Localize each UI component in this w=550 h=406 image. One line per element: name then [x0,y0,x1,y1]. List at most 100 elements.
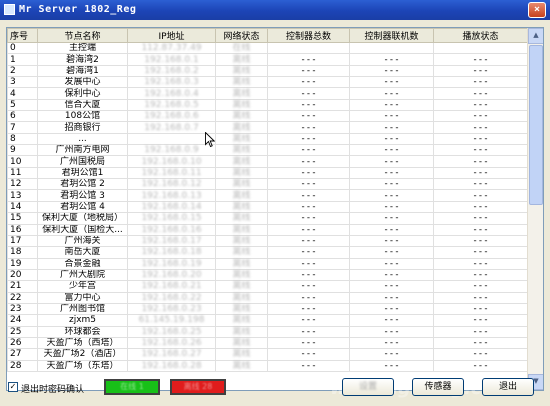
play-status-cell: --- [433,110,528,123]
controller-online-cell: --- [349,325,434,338]
controller-online-cell: --- [349,302,434,316]
table-row[interactable]: 2 碧海湾1 192.168.0.2 离线 --- --- --- [7,64,528,78]
controller-online-cell: --- [349,223,434,236]
row-index-cell: 13 [7,189,38,202]
table-row[interactable]: 26 天盈广场（西塔） 192.168.0.26 离线 --- --- --- [7,336,528,350]
network-status-cell: 离线 [215,189,268,202]
table-row[interactable]: 0 主控端 112.87.37.49 在线 [7,41,528,55]
scroll-up-icon[interactable]: ▲ [528,28,543,44]
network-status-cell: 离线 [215,314,268,327]
node-name-cell: 广州海关 [37,234,128,248]
table-row[interactable]: 23 广州图书馆 192.168.0.23 离线 --- --- --- [7,302,528,316]
table-row[interactable]: 6 108公馆 192.168.0.6 离线 --- --- --- [7,110,528,123]
table-row[interactable]: 8... 离线 --- --- --- [7,132,528,146]
column-header[interactable]: 控制器联机数 [349,28,434,43]
controller-total-cell: --- [267,53,350,66]
node-name-cell: 保利中心 [37,87,128,100]
table-row[interactable]: 18 南岳大厦 192.168.0.18 离线 --- --- --- [7,246,528,259]
ip-address-cell: 192.168.0.19 [127,257,216,270]
controller-online-cell: --- [349,64,434,78]
table-row[interactable]: 9 广州南方电网 192.168.0.9 离线 --- --- --- [7,144,528,157]
table-row[interactable]: 10 广州国税局 192.168.0.10 离线 --- --- --- [7,155,528,168]
network-status-cell: 离线 [215,302,268,316]
ip-address-cell: 192.168.0.15 [127,212,216,225]
network-status-cell: 离线 [215,132,268,146]
play-status-cell: --- [433,132,528,146]
row-index-cell: 22 [7,291,38,304]
column-header[interactable]: 控制器总数 [267,28,350,43]
table-row[interactable]: 20 广州大剧院 192.168.0.20 离线 --- --- --- [7,268,528,282]
table-row[interactable]: 27 天盈广场2（酒店） 192.168.0.27 离线 --- --- --- [7,348,528,361]
node-name-cell: 保利大厦（国检大... [37,223,128,236]
network-status-cell: 离线 [215,144,268,157]
title-bar[interactable]: Mr Server 1802_Reg × [0,0,550,20]
ip-address-cell: 192.168.0.10 [127,155,216,168]
mouse-pointer-icon [205,132,215,148]
ip-address-cell: 192.168.0.23 [127,302,216,316]
node-name-cell: 信合大厦 [37,98,128,112]
password-confirm-checkbox[interactable]: ✓ [8,382,18,392]
row-index-cell: 21 [7,280,38,293]
table-row[interactable]: 4 保利中心 192.168.0.4 离线 --- --- --- [7,87,528,100]
exit-button[interactable]: 退出 [482,378,534,396]
play-status-cell: --- [433,302,528,316]
sensor-button-label: 传感器 [424,382,452,392]
node-list-grid[interactable]: 序号 节点名称 IP地址 网络状态 控制器总数 控制器联机数 播放状态 0 主控端 112.87… [6,27,544,391]
close-button[interactable]: × [528,2,546,18]
table-row[interactable]: 22 富力中心 192.168.0.22 离线 --- --- --- [7,291,528,304]
table-row[interactable]: 19 合景金融 192.168.0.19 离线 --- --- --- [7,257,528,270]
table-row[interactable]: 16 保利大厦（国检大... 192.168.0.16 离线 --- --- --- [7,223,528,236]
table-row[interactable]: 21 少年宫 192.168.0.21 离线 --- --- --- [7,280,528,293]
column-header[interactable]: 节点名称 [37,28,128,43]
node-name-cell: 天盈广场（东塔） [37,359,128,372]
table-row[interactable]: 11 君玥公馆1 192.168.0.11 离线 --- --- --- [7,166,528,180]
controller-total-cell: --- [267,336,350,350]
row-index-cell: 5 [7,98,38,112]
ip-address-cell: 192.168.0.13 [127,189,216,202]
controller-total-cell: --- [267,257,350,270]
table-row[interactable]: 5 信合大厦 192.168.0.5 离线 --- --- --- [7,98,528,112]
table-row[interactable]: 7 招商银行 192.168.0.7 离线 --- --- --- [7,121,528,134]
row-index-cell: 14 [7,200,38,214]
controller-online-cell: --- [349,359,434,372]
table-row[interactable]: 24 zjxm5 61.145.19.198 离线 --- --- --- [7,314,528,327]
controller-online-cell: --- [349,87,434,100]
ip-address-cell: 192.168.0.2 [127,64,216,78]
network-status-cell: 离线 [215,76,268,89]
bottom-bar: ✓ 退出时密码确认 在线 1 离线 28 www.lighting.cn 设置 … [0,376,550,406]
row-index-cell: 20 [7,268,38,282]
node-name-cell: 广州图书馆 [37,302,128,316]
table-row[interactable]: 17 广州海关 192.168.0.17 离线 --- --- --- [7,234,528,248]
table-row[interactable]: 25 环球都会 192.168.0.25 离线 --- --- --- [7,325,528,338]
settings-button[interactable]: 设置 [342,378,394,396]
node-name-cell: 碧海湾2 [37,53,128,66]
network-status-cell: 离线 [215,234,268,248]
node-name-cell: 广州南方电网 [37,144,128,157]
ip-address-cell: 192.168.0.22 [127,291,216,304]
table-row[interactable]: 3 发展中心 192.168.0.3 离线 --- --- --- [7,76,528,89]
table-row[interactable]: 13 君玥公馆 3 192.168.0.13 离线 --- --- --- [7,189,528,202]
vertical-scrollbar[interactable]: ▲ ▼ [527,28,543,390]
controller-total-cell: --- [267,76,350,89]
column-header[interactable]: 播放状态 [433,28,528,43]
scroll-thumb[interactable] [529,45,543,205]
row-index-cell: 1 [7,53,38,66]
play-status-cell: --- [433,314,528,327]
row-index-cell: 17 [7,234,38,248]
row-index-cell: 24 [7,314,38,327]
ip-address-cell: 192.168.0.14 [127,200,216,214]
controller-online-cell: --- [349,212,434,225]
column-header[interactable]: IP地址 [127,28,216,43]
controller-total-cell: --- [267,110,350,123]
play-status-cell: --- [433,76,528,89]
column-header[interactable]: 网络状态 [215,28,268,43]
table-row[interactable]: 1 碧海湾2 192.168.0.1 离线 --- --- --- [7,53,528,66]
sensor-button[interactable]: 传感器 [412,378,464,396]
table-row[interactable]: 14 君玥公馆 4 192.168.0.14 离线 --- --- --- [7,200,528,214]
table-row[interactable]: 15 保利大厦（地税局） 192.168.0.15 离线 --- --- --- [7,212,528,225]
table-row[interactable]: 12 君玥公馆 2 192.168.0.12 离线 --- --- --- [7,178,528,191]
column-header[interactable]: 序号 [7,28,38,43]
node-name-cell: 环球都会 [37,325,128,338]
table-row[interactable]: 28 天盈广场（东塔） 192.168.0.28 离线 --- --- --- [7,359,528,372]
row-index-cell: 25 [7,325,38,338]
